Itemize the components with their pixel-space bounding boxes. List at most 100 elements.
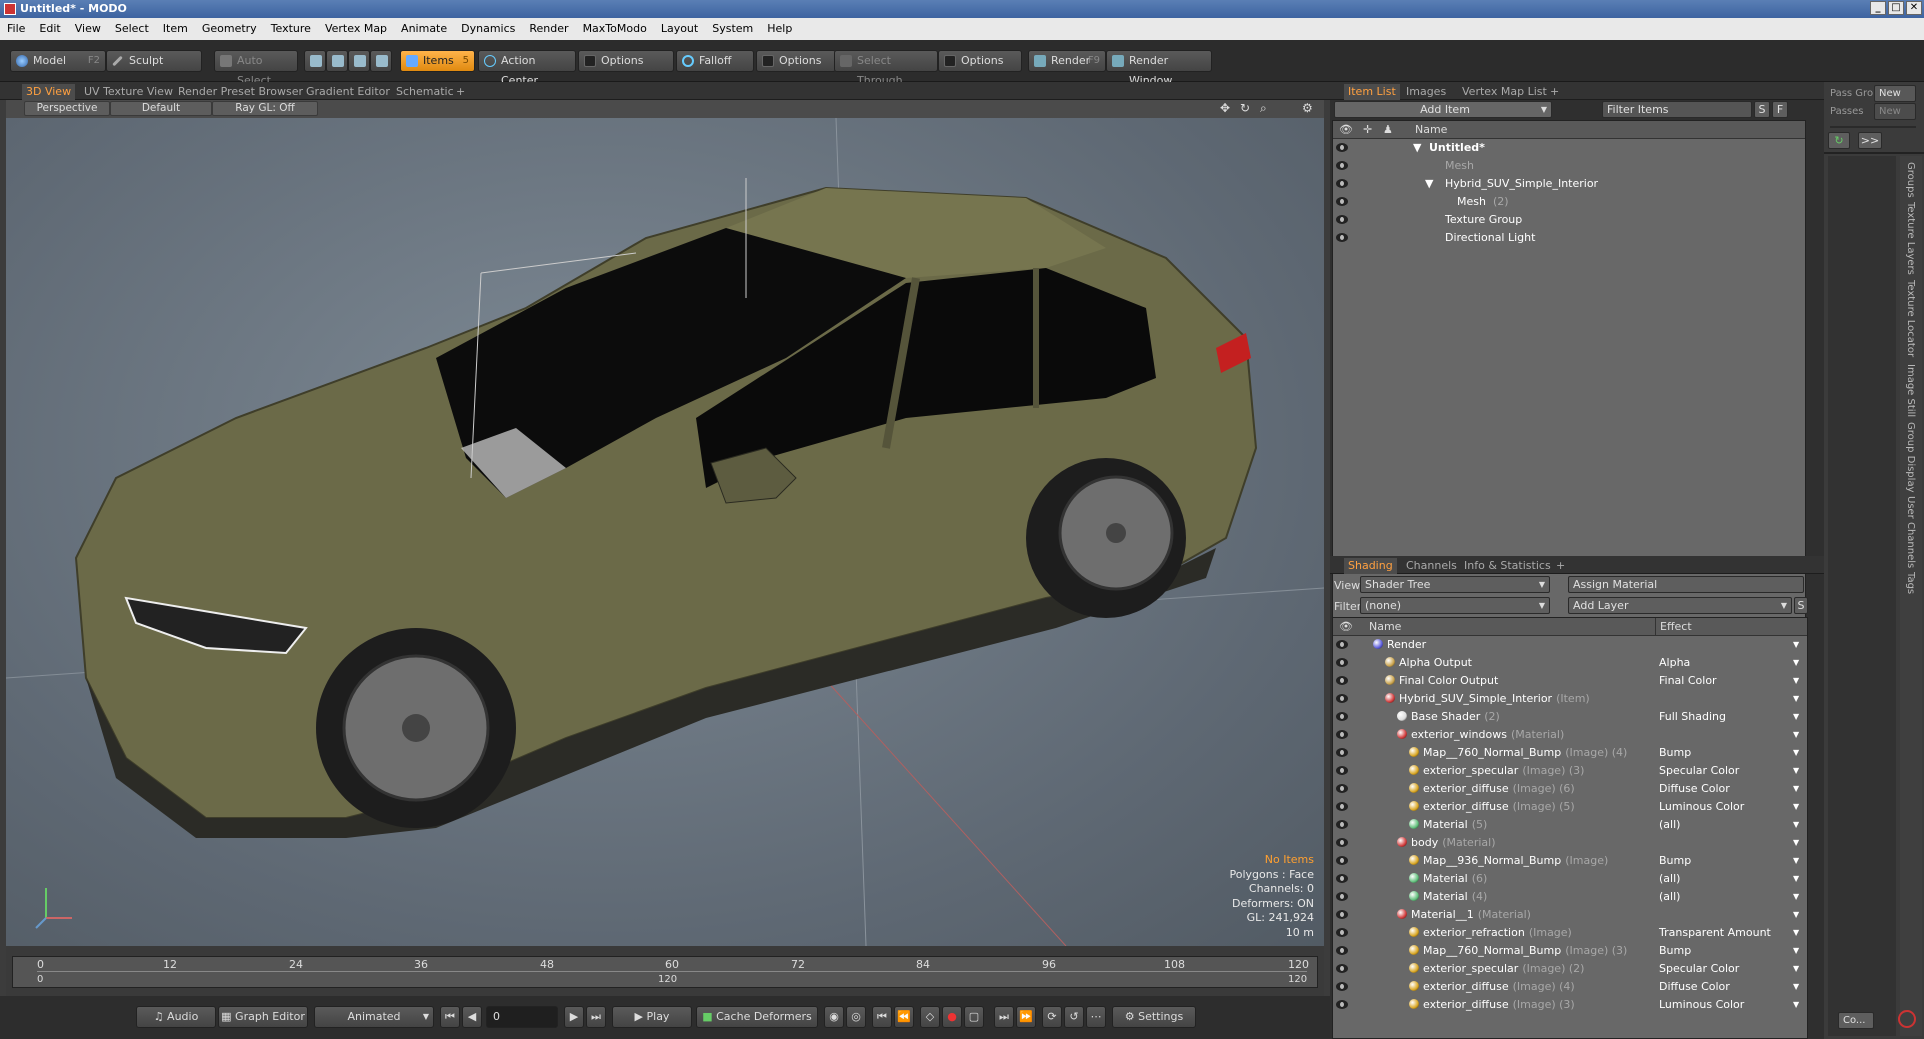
effect-dropdown-icon[interactable]: ▼ xyxy=(1793,960,1799,978)
menu-system[interactable]: System xyxy=(705,18,760,40)
shader-tree-row[interactable]: Alpha Output Alpha ▼ xyxy=(1333,654,1807,672)
effect-dropdown-icon[interactable]: ▼ xyxy=(1793,708,1799,726)
frame-field[interactable]: 0 xyxy=(486,1006,558,1028)
shader-tree-row[interactable]: exterior_diffuse (Image) (3) Luminous Colo… xyxy=(1333,996,1807,1014)
eye-icon[interactable] xyxy=(1336,676,1348,685)
effect-dropdown-icon[interactable]: ▼ xyxy=(1793,780,1799,798)
shading-style-dropdown[interactable]: Default xyxy=(110,101,212,116)
tab-3d-view[interactable]: 3D View xyxy=(22,84,76,100)
eye-icon[interactable] xyxy=(1336,233,1348,242)
falloff-button[interactable]: Falloff xyxy=(676,50,754,72)
eye-icon[interactable] xyxy=(1336,982,1348,991)
menu-vertex-map[interactable]: Vertex Map xyxy=(318,18,394,40)
3d-viewport[interactable]: No Items Polygons : Face Channels: 0 Def… xyxy=(6,118,1324,946)
jump-start-button[interactable]: ⏭ xyxy=(994,1006,1014,1028)
shader-tree-row[interactable]: body (Material) ▼ xyxy=(1333,834,1807,852)
effect-dropdown-icon[interactable]: ▼ xyxy=(1793,816,1799,834)
list-item[interactable]: Mesh (2) xyxy=(1333,193,1805,211)
layer-effect[interactable]: Transparent Amount xyxy=(1659,924,1771,942)
effect-dropdown-icon[interactable]: ▼ xyxy=(1793,942,1799,960)
effect-dropdown-icon[interactable]: ▼ xyxy=(1793,798,1799,816)
add-item-dropdown[interactable]: Add Item xyxy=(1334,101,1552,118)
effect-dropdown-icon[interactable]: ▼ xyxy=(1793,762,1799,780)
rotate-view-icon[interactable]: ↻ xyxy=(1240,101,1250,115)
move-view-icon[interactable]: ✥ xyxy=(1220,101,1230,115)
menu-animate[interactable]: Animate xyxy=(394,18,454,40)
expand-icon[interactable]: ▼ xyxy=(1413,139,1421,157)
filter-dropdown[interactable]: (none) xyxy=(1360,597,1550,614)
tab-info-statistics[interactable]: Info & Statistics xyxy=(1460,558,1555,574)
eye-icon[interactable] xyxy=(1336,215,1348,224)
cache-deformers-button[interactable]: ■ Cache Deformers xyxy=(696,1006,818,1028)
refresh-button[interactable]: ↺ xyxy=(1064,1006,1084,1028)
layer-effect[interactable]: (all) xyxy=(1659,888,1680,906)
zoom-view-icon[interactable]: ⌕ xyxy=(1260,101,1267,116)
layer-effect[interactable]: Specular Color xyxy=(1659,762,1739,780)
shader-tree-row[interactable]: exterior_windows (Material) ▼ xyxy=(1333,726,1807,744)
effect-dropdown-icon[interactable]: ▼ xyxy=(1793,852,1799,870)
eye-icon[interactable] xyxy=(1336,197,1348,206)
effect-dropdown-icon[interactable]: ▼ xyxy=(1793,924,1799,942)
eye-icon[interactable] xyxy=(1336,874,1348,883)
effect-dropdown-icon[interactable]: ▼ xyxy=(1793,978,1799,996)
tab-vertex-map-list[interactable]: Vertex Map List xyxy=(1458,84,1551,100)
layer-effect[interactable]: Luminous Color xyxy=(1659,798,1744,816)
menu-maxtomodo[interactable]: MaxToModo xyxy=(576,18,654,40)
tab-images[interactable]: Images xyxy=(1402,84,1450,100)
effect-dropdown-icon[interactable]: ▼ xyxy=(1793,690,1799,708)
falloff-options-button[interactable]: Options xyxy=(756,50,836,72)
effect-dropdown-icon[interactable]: ▼ xyxy=(1793,672,1799,690)
shader-tree-row[interactable]: Map__760_Normal_Bump (Image) (4) Bump ▼ xyxy=(1333,744,1807,762)
eye-icon[interactable] xyxy=(1336,640,1348,649)
tab-texture-locator[interactable]: Texture Locator xyxy=(1905,280,1916,357)
shader-tree-row[interactable]: exterior_diffuse (Image) (6) Diffuse Color… xyxy=(1333,780,1807,798)
shader-tree-row[interactable]: Base Shader (2) Full Shading ▼ xyxy=(1333,708,1807,726)
tab-user-channels[interactable]: User Channels xyxy=(1905,496,1916,568)
tab-render-preset-browser[interactable]: Render Preset Browser xyxy=(174,84,307,100)
menu-layout[interactable]: Layout xyxy=(654,18,705,40)
eye-icon[interactable] xyxy=(1336,179,1348,188)
list-item[interactable]: ▼ Hybrid_SUV_Simple_Interior xyxy=(1333,175,1805,193)
layer-effect[interactable]: Specular Color xyxy=(1659,960,1739,978)
tab-tags[interactable]: Tags xyxy=(1905,572,1916,594)
shader-tree-row[interactable]: Material (4) (all) ▼ xyxy=(1333,888,1807,906)
layer-effect[interactable]: Diffuse Color xyxy=(1659,780,1730,798)
item-list[interactable]: 👁 ✛ ♟ Name ▼ Untitled* Mesh ▼ Hybrid_SUV_S… xyxy=(1332,120,1806,618)
tab-shading[interactable]: Shading xyxy=(1344,558,1397,574)
key-all-button[interactable]: ◉ xyxy=(824,1006,844,1028)
layer-effect[interactable]: Luminous Color xyxy=(1659,996,1744,1014)
effect-dropdown-icon[interactable]: ▼ xyxy=(1793,996,1799,1014)
layer-effect[interactable]: Diffuse Color xyxy=(1659,978,1730,996)
loop-button[interactable]: ⟳ xyxy=(1042,1006,1062,1028)
eye-icon[interactable] xyxy=(1336,694,1348,703)
expand-icon[interactable]: ▼ xyxy=(1425,175,1433,193)
select-through-options-button[interactable]: Options xyxy=(938,50,1022,72)
eye-icon[interactable] xyxy=(1336,802,1348,811)
shader-tree-row[interactable]: Material (5) (all) ▼ xyxy=(1333,816,1807,834)
assign-material-button[interactable]: Assign Material xyxy=(1568,576,1804,593)
shader-tree-row[interactable]: exterior_diffuse (Image) (5) Luminous Colo… xyxy=(1333,798,1807,816)
eye-icon[interactable] xyxy=(1336,910,1348,919)
vertices-mode-button[interactable] xyxy=(304,50,326,72)
eye-icon[interactable] xyxy=(1336,838,1348,847)
shader-tree-row[interactable]: Material (6) (all) ▼ xyxy=(1333,870,1807,888)
item-list-f-button[interactable]: F xyxy=(1772,101,1788,118)
timeline[interactable]: 0 12 24 36 48 60 72 84 96 108 120 0 120 … xyxy=(6,946,1324,996)
list-item[interactable]: Directional Light xyxy=(1333,229,1805,247)
effect-dropdown-icon[interactable]: ▼ xyxy=(1793,888,1799,906)
viewport-settings-icon[interactable]: ⚙ xyxy=(1302,101,1313,115)
add-tab-button[interactable]: + xyxy=(452,84,469,100)
delete-key-button[interactable]: ▢ xyxy=(964,1006,984,1028)
effect-dropdown-icon[interactable]: ▼ xyxy=(1793,636,1799,654)
menu-help[interactable]: Help xyxy=(760,18,799,40)
key-button[interactable]: ◇ xyxy=(920,1006,940,1028)
render-button[interactable]: Render F9 xyxy=(1028,50,1106,72)
layer-effect[interactable]: Alpha xyxy=(1659,654,1690,672)
tab-schematic[interactable]: Schematic xyxy=(392,84,458,100)
effect-dropdown-icon[interactable]: ▼ xyxy=(1793,906,1799,924)
tab-uv-texture-view[interactable]: UV Texture View xyxy=(80,84,177,100)
minimize-button[interactable]: _ xyxy=(1870,1,1886,15)
list-item[interactable]: ▼ Untitled* xyxy=(1333,139,1805,157)
shading-s-button[interactable]: S xyxy=(1794,597,1808,614)
effect-dropdown-icon[interactable]: ▼ xyxy=(1793,870,1799,888)
